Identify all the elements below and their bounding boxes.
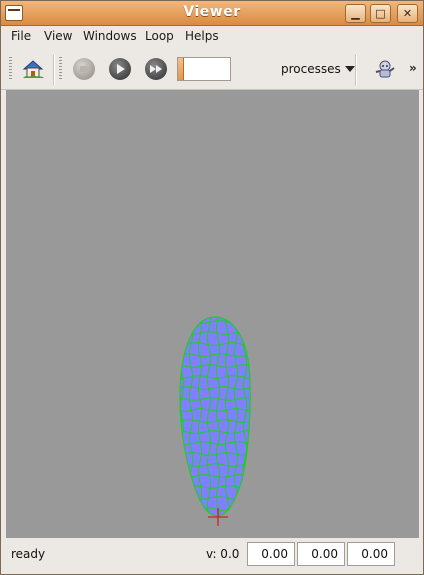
home-icon[interactable] xyxy=(21,58,45,80)
toolbar-overflow-button[interactable]: » xyxy=(409,61,417,75)
stop-icon[interactable] xyxy=(73,58,95,80)
loop-slider[interactable] xyxy=(177,57,231,81)
status-text: ready xyxy=(11,547,46,561)
toolbar-grip[interactable] xyxy=(9,57,12,81)
title-bar[interactable]: Viewer ▁ □ ✕ xyxy=(1,1,423,26)
z-field[interactable]: 0.00 xyxy=(347,542,395,566)
chevron-down-icon[interactable] xyxy=(345,66,355,72)
y-field[interactable]: 0.00 xyxy=(297,542,345,566)
menu-bar: File View Windows Loop Helps xyxy=(1,26,423,48)
menu-helps[interactable]: Helps xyxy=(185,29,219,43)
slider-handle[interactable] xyxy=(178,58,184,80)
3d-viewport[interactable] xyxy=(6,90,419,538)
minimize-button[interactable]: ▁ xyxy=(345,4,366,23)
processes-dropdown[interactable]: processes xyxy=(281,62,341,76)
toolbar-grip[interactable] xyxy=(59,57,62,81)
status-bar: ready v: 0.0 0.00 0.00 0.00 xyxy=(1,538,423,574)
maximize-button[interactable]: □ xyxy=(370,4,391,23)
viewer-window: Viewer ▁ □ ✕ File View Windows Loop Help… xyxy=(0,0,424,575)
mesh-object[interactable] xyxy=(176,315,256,520)
menu-view[interactable]: View xyxy=(44,29,72,43)
toolbar-separator xyxy=(355,55,357,85)
menu-windows[interactable]: Windows xyxy=(83,29,137,43)
viewport-canvas[interactable] xyxy=(6,90,419,538)
menu-loop[interactable]: Loop xyxy=(145,29,174,43)
step-icon[interactable] xyxy=(145,58,167,80)
robot-icon[interactable] xyxy=(373,58,397,80)
toolbar-separator xyxy=(53,55,55,85)
x-field[interactable]: 0.00 xyxy=(247,542,295,566)
close-button[interactable]: ✕ xyxy=(397,4,418,23)
velocity-label: v: 0.0 xyxy=(206,547,240,561)
play-icon[interactable] xyxy=(109,58,131,80)
menu-file[interactable]: File xyxy=(11,29,31,43)
